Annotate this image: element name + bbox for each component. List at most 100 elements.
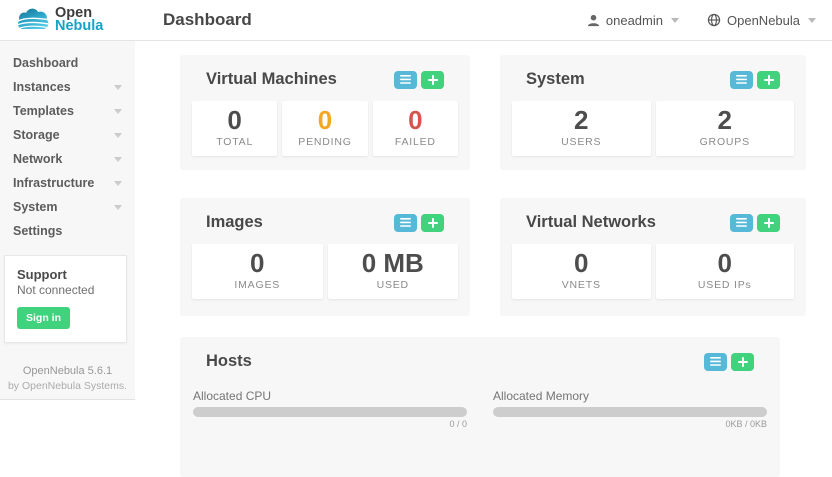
list-icon (710, 357, 721, 366)
chevron-down-icon (114, 85, 122, 90)
chevron-down-icon (114, 205, 122, 210)
vm-total-stat[interactable]: 0 TOTAL (192, 101, 277, 156)
stat-label: USERS (512, 136, 651, 148)
support-title: Support (17, 267, 114, 282)
stat-label: IMAGES (192, 279, 323, 291)
images-card: Images 0 IMAGES 0 MB USED (180, 198, 470, 316)
vm-list-button[interactable] (394, 71, 417, 89)
sidebar-footer: OpenNebula 5.6.1 by OpenNebula Systems. (0, 365, 135, 392)
vm-create-button[interactable] (421, 71, 444, 89)
cloud-logo-icon (16, 6, 50, 35)
list-icon (736, 75, 747, 84)
stat-label: FAILED (373, 136, 458, 148)
hosts-card: Hosts Allocated CPU 0 / 0 Allocated Memo… (180, 337, 780, 477)
chevron-down-icon (808, 18, 816, 23)
meter-value: 0 / 0 (193, 419, 467, 429)
images-count-stat[interactable]: 0 IMAGES (192, 244, 323, 299)
plus-icon (738, 357, 748, 367)
sidebar-item-system[interactable]: System (0, 195, 135, 219)
vm-pending-stat[interactable]: 0 PENDING (282, 101, 367, 156)
allocated-memory-meter: Allocated Memory 0KB / 0KB (493, 389, 767, 429)
sidebar-item-label: Instances (13, 80, 71, 94)
stat-value: 0 MB (328, 249, 459, 278)
plus-icon (428, 75, 438, 85)
stat-label: VNETS (512, 279, 651, 291)
zone-menu[interactable]: OpenNebula (707, 13, 816, 28)
images-create-button[interactable] (421, 214, 444, 232)
vnets-count-stat[interactable]: 0 VNETS (512, 244, 651, 299)
stat-label: USED (328, 279, 459, 291)
plus-icon (764, 218, 774, 228)
stat-value: 0 (192, 106, 277, 135)
page-title: Dashboard (163, 0, 252, 40)
zone-menu-label: OpenNebula (727, 13, 800, 28)
sidebar: Dashboard Instances Templates Storage Ne… (0, 41, 135, 400)
sidebar-item-label: System (13, 200, 57, 214)
sidebar-item-dashboard[interactable]: Dashboard (0, 51, 135, 75)
used-ips-stat[interactable]: 0 USED IPs (656, 244, 795, 299)
stat-label: PENDING (282, 136, 367, 148)
images-list-button[interactable] (394, 214, 417, 232)
top-bar: Open Nebula Dashboard oneadmin (0, 0, 832, 41)
support-card: Support Not connected Sign in (4, 255, 127, 343)
sidebar-item-instances[interactable]: Instances (0, 75, 135, 99)
images-used-stat[interactable]: 0 MB USED (328, 244, 459, 299)
chevron-down-icon (114, 133, 122, 138)
user-icon (587, 14, 600, 27)
groups-stat[interactable]: 2 GROUPS (656, 101, 795, 156)
user-menu[interactable]: oneadmin (587, 13, 679, 28)
sidebar-item-storage[interactable]: Storage (0, 123, 135, 147)
sign-in-button[interactable]: Sign in (17, 307, 70, 329)
plus-icon (428, 218, 438, 228)
meter-label: Allocated Memory (493, 389, 767, 403)
card-title: System (526, 70, 585, 89)
allocated-cpu-meter: Allocated CPU 0 / 0 (193, 389, 467, 429)
sidebar-item-label: Storage (13, 128, 60, 142)
stat-value: 0 (373, 106, 458, 135)
sidebar-item-label: Network (13, 152, 62, 166)
vm-failed-stat[interactable]: 0 FAILED (373, 101, 458, 156)
stat-label: TOTAL (192, 136, 277, 148)
hosts-list-button[interactable] (704, 353, 727, 371)
virtual-networks-card: Virtual Networks 0 VNETS 0 USED IPs (500, 198, 806, 316)
sidebar-item-label: Dashboard (13, 56, 78, 70)
version-text: OpenNebula 5.6.1 (0, 365, 135, 377)
chevron-down-icon (114, 157, 122, 162)
memory-progress-bar (493, 407, 767, 417)
dashboard-content: Virtual Machines 0 TOTAL 0 PENDING 0 (135, 41, 832, 420)
sidebar-item-templates[interactable]: Templates (0, 99, 135, 123)
system-list-button[interactable] (730, 71, 753, 89)
user-menu-label: oneadmin (606, 13, 663, 28)
sidebar-item-label: Settings (13, 224, 62, 238)
opennebula-logo[interactable]: Open Nebula (0, 0, 135, 40)
meter-value: 0KB / 0KB (493, 419, 767, 429)
hosts-create-button[interactable] (731, 353, 754, 371)
stat-value: 0 (512, 249, 651, 278)
cpu-progress-bar (193, 407, 467, 417)
plus-icon (764, 75, 774, 85)
list-icon (400, 218, 411, 227)
stat-value: 0 (282, 106, 367, 135)
users-stat[interactable]: 2 USERS (512, 101, 651, 156)
credit-text: by OpenNebula Systems. (0, 380, 135, 392)
card-title: Virtual Machines (206, 70, 337, 89)
stat-label: USED IPs (656, 279, 795, 291)
globe-icon (707, 13, 721, 27)
stat-value: 0 (656, 249, 795, 278)
vnets-list-button[interactable] (730, 214, 753, 232)
sidebar-item-infrastructure[interactable]: Infrastructure (0, 171, 135, 195)
list-icon (736, 218, 747, 227)
stat-value: 0 (192, 249, 323, 278)
virtual-machines-card: Virtual Machines 0 TOTAL 0 PENDING 0 (180, 55, 470, 170)
support-status: Not connected (17, 283, 114, 297)
sidebar-item-label: Templates (13, 104, 74, 118)
vnets-create-button[interactable] (757, 214, 780, 232)
chevron-down-icon (114, 181, 122, 186)
card-title: Images (206, 213, 263, 232)
system-create-button[interactable] (757, 71, 780, 89)
card-title: Virtual Networks (526, 213, 656, 232)
card-title: Hosts (206, 352, 252, 371)
sidebar-item-settings[interactable]: Settings (0, 219, 135, 243)
chevron-down-icon (671, 18, 679, 23)
sidebar-item-network[interactable]: Network (0, 147, 135, 171)
